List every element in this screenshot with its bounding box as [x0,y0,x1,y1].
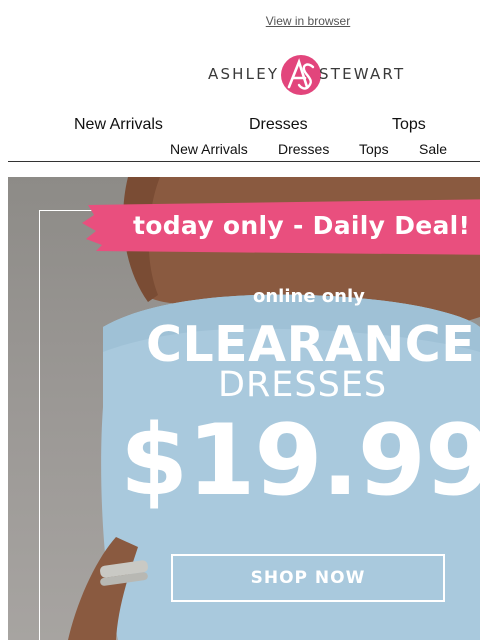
nav-primary-new-arrivals[interactable]: New Arrivals [74,116,163,134]
nav-secondary-dresses[interactable]: Dresses [278,141,329,157]
hero-price: $19.99 [120,404,480,518]
shop-now-button[interactable]: SHOP NOW [171,554,445,602]
nav-primary-dresses[interactable]: Dresses [249,116,308,134]
secondary-nav: New Arrivals Dresses Tops Sale [0,141,480,157]
brand-monogram-icon [281,55,321,95]
ribbon-text: today only - Daily Deal! [133,211,471,240]
view-in-browser-link[interactable]: View in browser [0,14,480,28]
hero-category: DRESSES [218,365,388,405]
nav-secondary-tops[interactable]: Tops [359,141,389,157]
nav-secondary-sale[interactable]: Sale [419,141,447,157]
brand-word-left: ASHLEY [208,65,280,83]
primary-nav: New Arrivals Dresses Tops [0,116,480,136]
hero-banner[interactable]: today only - Daily Deal! online only CLE… [8,177,480,640]
nav-secondary-new-arrivals[interactable]: New Arrivals [170,141,248,157]
brand-logo[interactable]: ASHLEY STEWART [208,53,413,97]
brand-word-right: STEWART [319,65,406,83]
hero-frame-line [39,210,40,640]
hero-subheading: online only [253,286,365,307]
nav-divider [8,161,480,162]
nav-primary-tops[interactable]: Tops [392,116,426,134]
